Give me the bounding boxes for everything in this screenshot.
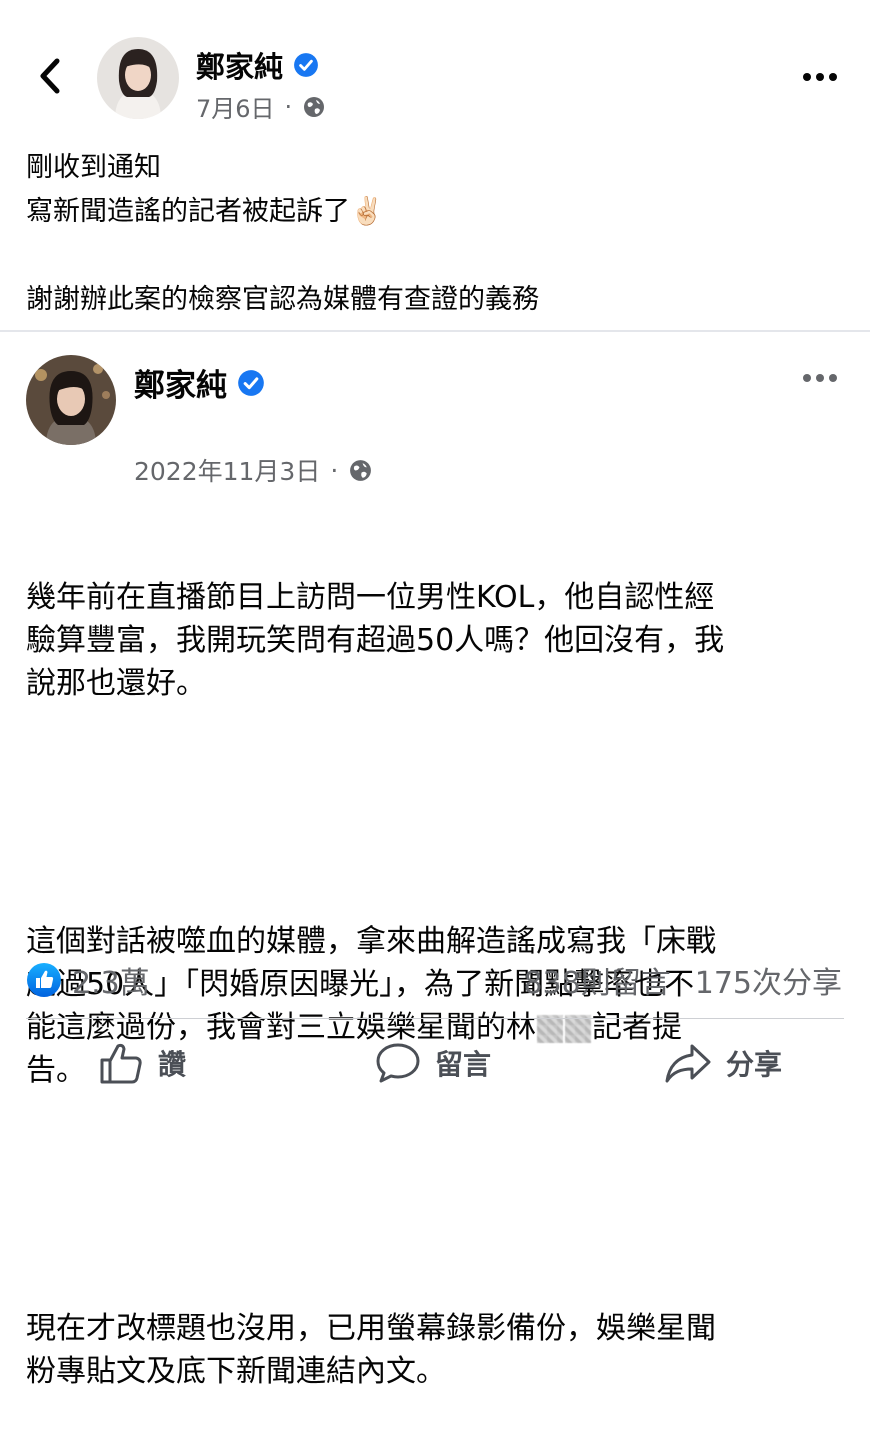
like-count: 2.3萬 (72, 966, 150, 1001)
verified-badge-icon (294, 53, 318, 77)
post-line: 謝謝辦此案的檢察官認為媒體有查證的義務 (26, 284, 539, 315)
post-date[interactable]: 7月6日 (196, 89, 275, 124)
shared-post-date[interactable]: 2022年11月3日 (134, 452, 320, 488)
shared-more-options-button[interactable] (800, 363, 840, 393)
back-button[interactable] (28, 54, 72, 98)
more-options-button[interactable] (800, 62, 840, 92)
post-meta: 7月6日 · (196, 89, 326, 124)
globe-icon (350, 459, 372, 481)
post-line (26, 234, 846, 278)
chevron-left-icon (40, 58, 60, 94)
post-line: 剛收到通知 (26, 152, 161, 183)
comment-label: 留言 (435, 1048, 492, 1081)
like-button[interactable]: 讚 (98, 1040, 186, 1086)
shared-paragraph-1: 幾年前在直播節目上訪問一位男性KOL，他自認性經 驗算豐富，我開玩笑問有超過50… (26, 580, 725, 701)
ellipsis-icon (803, 73, 837, 81)
reactions-summary[interactable]: 2.3萬 (26, 958, 150, 1002)
like-label: 讚 (158, 1048, 187, 1081)
comment-bubble-icon (376, 1043, 420, 1083)
shared-author-name-row: 鄭家純 (134, 360, 265, 405)
thumbs-up-icon (100, 1043, 142, 1084)
engagement-counts: 838則留言 175次分享 (523, 958, 842, 1002)
comment-count[interactable]: 838則留言 (523, 958, 670, 1002)
meta-separator: · (284, 92, 293, 121)
ellipsis-icon (803, 374, 837, 382)
shared-post-meta: 2022年11月3日 · (134, 452, 373, 488)
author-name-row: 鄭家純 (196, 44, 319, 86)
section-divider (0, 330, 870, 332)
post-line: 寫新聞造謠的記者被起訴了✌🏻 (26, 196, 384, 227)
actions-divider (26, 1018, 844, 1019)
shared-author-avatar[interactable] (26, 355, 116, 445)
shared-author-name[interactable]: 鄭家純 (134, 360, 227, 405)
verified-badge-icon (238, 369, 264, 396)
share-arrow-icon (665, 1044, 711, 1083)
author-name[interactable]: 鄭家純 (196, 44, 283, 86)
share-count[interactable]: 175次分享 (695, 958, 842, 1002)
post-body: 剛收到通知 寫新聞造謠的記者被起訴了✌🏻 謝謝辦此案的檢察官認為媒體有查證的義務 (26, 146, 846, 322)
share-button[interactable]: 分享 (664, 1040, 782, 1086)
author-avatar[interactable] (97, 37, 179, 119)
globe-icon (304, 96, 325, 117)
shared-paragraph-3: 現在才改標題也沒用，已用螢幕錄影備份，娛樂星聞 粉專貼文及底下新聞連結內文。 (26, 1311, 716, 1389)
share-label: 分享 (726, 1048, 783, 1081)
like-reaction-icon (27, 963, 61, 997)
meta-separator: · (330, 455, 339, 485)
comment-button[interactable]: 留言 (375, 1040, 491, 1086)
